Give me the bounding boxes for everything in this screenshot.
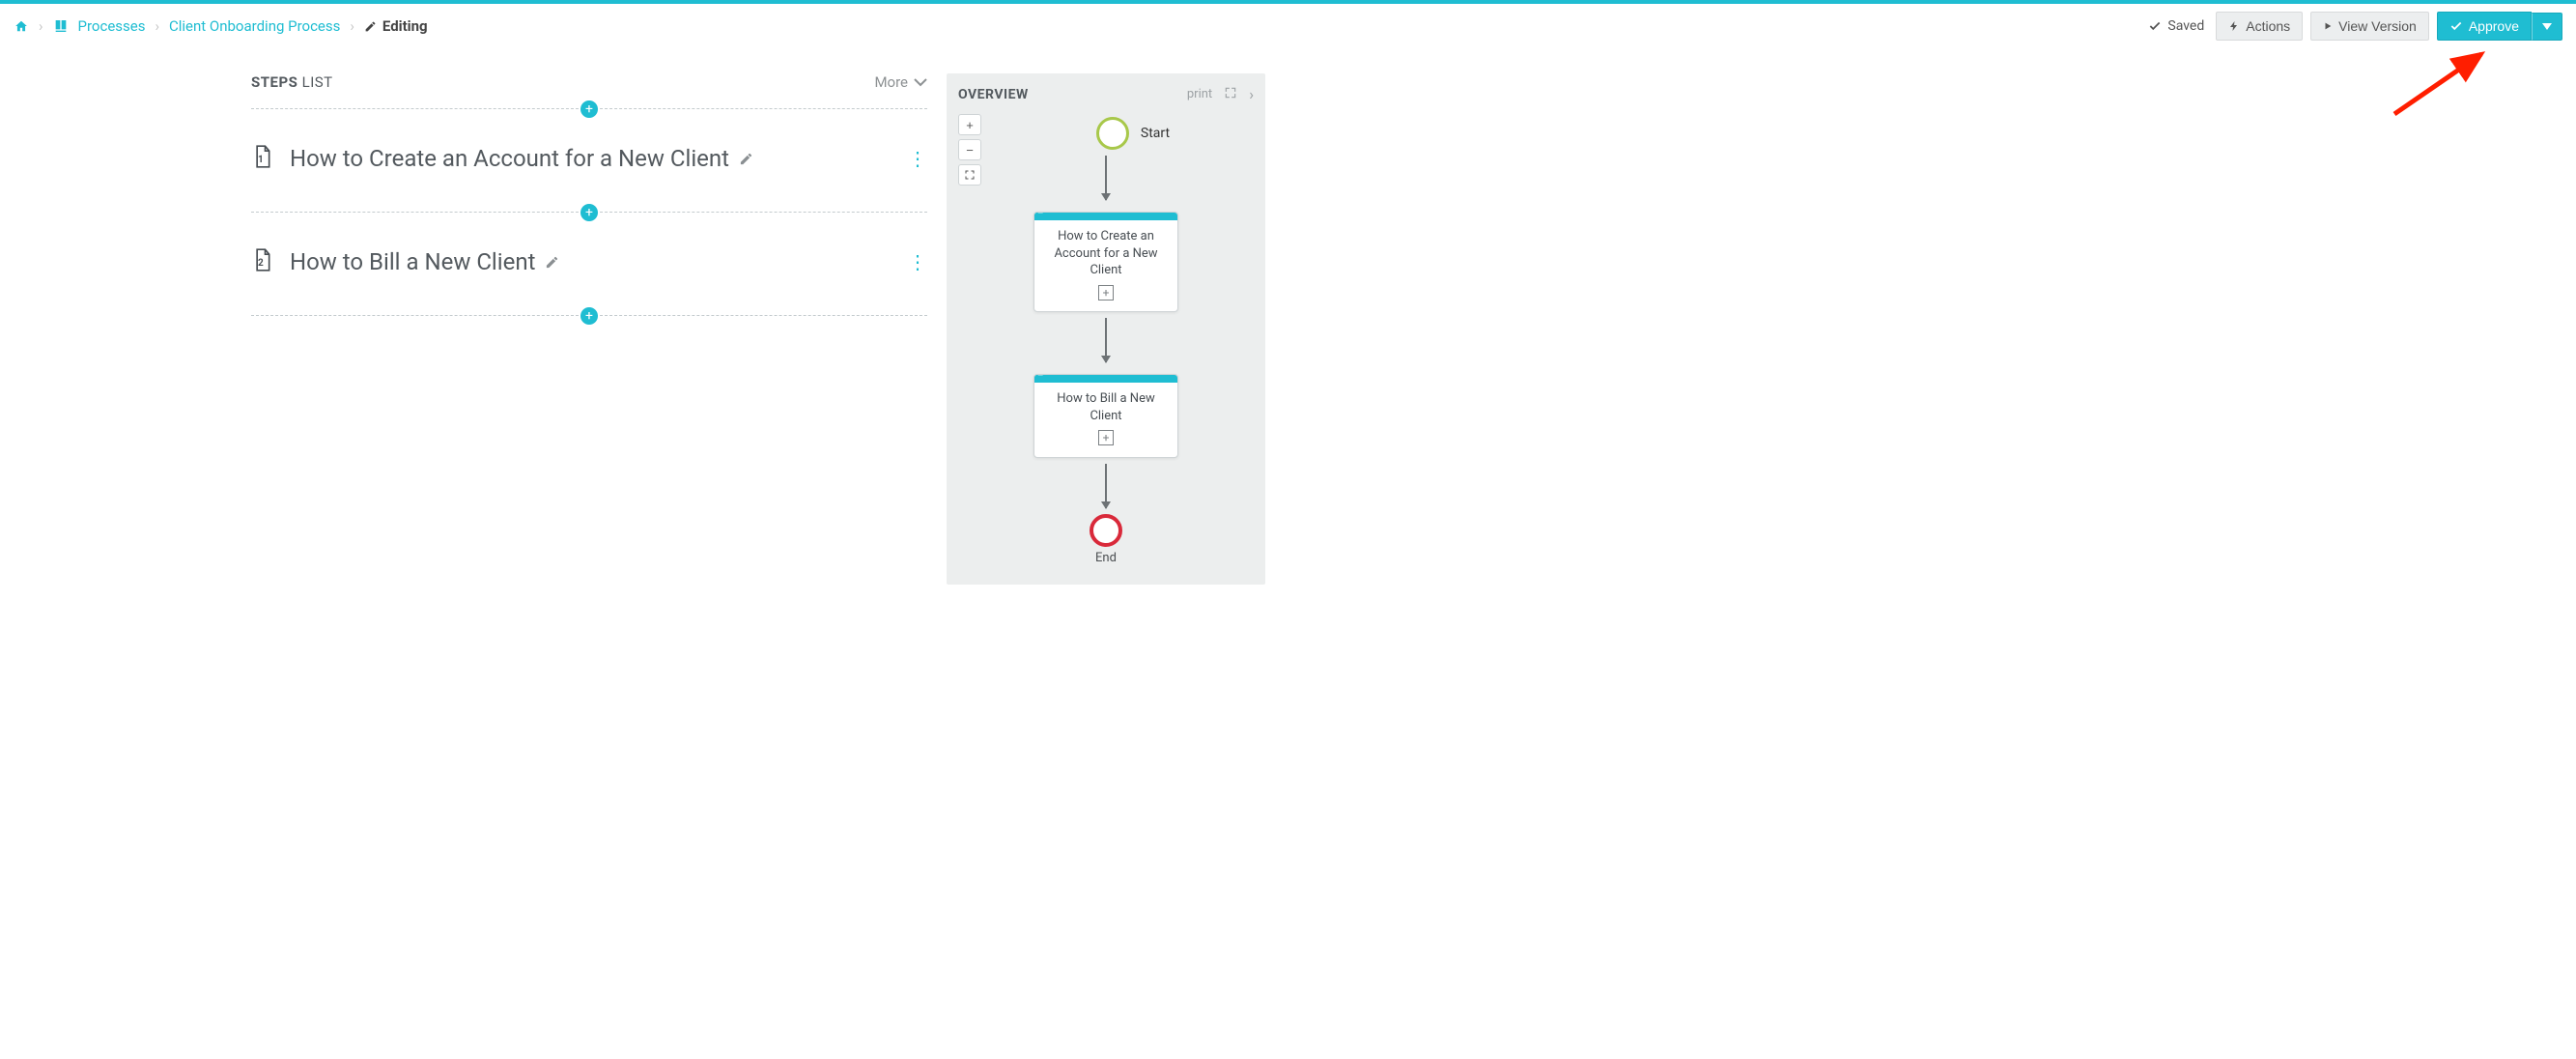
- steps-header: STEPS LIST More: [251, 73, 927, 91]
- zoom-out-button[interactable]: −: [958, 139, 981, 160]
- saved-label: Saved: [2167, 18, 2204, 34]
- add-step-button[interactable]: +: [580, 204, 598, 221]
- add-step-button[interactable]: +: [580, 307, 598, 325]
- steps-title-bold: STEPS: [251, 73, 297, 91]
- flow-arrow: [1105, 318, 1107, 362]
- overview-header: OVERVIEW print ›: [958, 85, 1254, 103]
- breadcrumb-sep: ›: [155, 17, 159, 35]
- expand-icon[interactable]: [1224, 86, 1237, 103]
- view-version-button[interactable]: View Version: [2310, 12, 2429, 41]
- breadcrumb-current: Editing: [364, 17, 428, 35]
- steps-title-thin: LIST: [302, 73, 333, 91]
- edit-step-button[interactable]: [739, 145, 753, 172]
- edit-step-button[interactable]: [545, 248, 559, 275]
- breadcrumb-sep: ›: [350, 17, 354, 35]
- add-step-button[interactable]: +: [580, 100, 598, 118]
- pencil-icon: [364, 20, 377, 33]
- view-version-label: View Version: [2338, 18, 2417, 34]
- breadcrumb-current-label: Editing: [382, 17, 428, 35]
- overview-title: OVERVIEW: [958, 87, 1029, 102]
- actions-button[interactable]: Actions: [2216, 12, 2303, 41]
- step-title: How to Bill a New Client: [290, 248, 559, 275]
- step-row-2[interactable]: 2 How to Bill a New Client ⋮: [251, 224, 927, 303]
- caret-down-icon: [2542, 23, 2552, 31]
- expand-card-button[interactable]: +: [1098, 430, 1114, 445]
- approve-button[interactable]: Approve: [2437, 12, 2532, 41]
- step-divider: +: [251, 315, 927, 316]
- steps-panel: STEPS LIST More + 1 How to Create an Acc…: [251, 73, 927, 585]
- step-title-text: How to Create an Account for a New Clien…: [290, 145, 729, 172]
- step-row-1[interactable]: 1 How to Create an Account for a New Cli…: [251, 121, 927, 200]
- breadcrumb-process-name[interactable]: Client Onboarding Process: [169, 17, 340, 35]
- step-kebab-menu[interactable]: ⋮: [908, 258, 925, 266]
- flow-arrow: [1105, 156, 1107, 200]
- print-button[interactable]: print: [1187, 87, 1212, 101]
- bolt-icon: [2228, 19, 2240, 33]
- more-label: More: [874, 73, 908, 91]
- chevron-down-icon: [914, 77, 927, 87]
- zoom-in-button[interactable]: +: [958, 114, 981, 135]
- play-icon: [2323, 20, 2333, 32]
- step-title: How to Create an Account for a New Clien…: [290, 145, 753, 172]
- zoom-controls: + −: [958, 114, 981, 186]
- expand-card-button[interactable]: +: [1098, 285, 1114, 301]
- flow-card-2[interactable]: 2 How to Bill a New Client +: [1033, 374, 1178, 458]
- top-actions: Saved Actions View Version Approve: [2148, 12, 2562, 41]
- card-number: 1: [1046, 212, 1052, 214]
- fit-button[interactable]: [958, 164, 981, 186]
- main: STEPS LIST More + 1 How to Create an Acc…: [0, 54, 2576, 623]
- breadcrumb: › Processes › Client Onboarding Process …: [14, 17, 428, 35]
- document-icon: 2: [253, 247, 274, 276]
- collapse-chevron-icon[interactable]: ›: [1249, 85, 1254, 103]
- step-divider: +: [251, 212, 927, 213]
- saved-indicator: Saved: [2148, 18, 2204, 34]
- breadcrumb-sep: ›: [39, 17, 43, 35]
- start-node[interactable]: Start: [1096, 117, 1170, 150]
- more-button[interactable]: More: [874, 73, 927, 91]
- processes-icon[interactable]: [53, 18, 69, 34]
- step-kebab-menu[interactable]: ⋮: [908, 155, 925, 162]
- start-label: Start: [1141, 126, 1170, 141]
- document-icon: 1: [253, 144, 274, 173]
- card-text: How to Create an Account for a New Clien…: [1044, 228, 1168, 279]
- card-number: 2: [1046, 374, 1052, 376]
- overview-diagram: Start 1 How to Create an Account for a N…: [958, 117, 1254, 565]
- card-text: How to Bill a New Client: [1044, 390, 1168, 424]
- step-divider: +: [251, 108, 927, 109]
- approve-dropdown-button[interactable]: [2532, 13, 2562, 41]
- actions-label: Actions: [2246, 18, 2290, 34]
- flow-arrow: [1105, 464, 1107, 508]
- step-title-text: How to Bill a New Client: [290, 248, 535, 275]
- end-node[interactable]: [1090, 514, 1122, 547]
- approve-label: Approve: [2469, 18, 2519, 34]
- end-label: End: [1095, 551, 1117, 565]
- home-icon[interactable]: [14, 19, 29, 33]
- check-icon: [2449, 19, 2463, 33]
- card-tab: 1: [1033, 212, 1058, 215]
- overview-tools: print ›: [1187, 85, 1254, 103]
- start-circle: [1096, 117, 1129, 150]
- step-number: 1: [258, 155, 264, 165]
- flow-card-1[interactable]: 1 How to Create an Account for a New Cli…: [1033, 212, 1178, 312]
- step-number: 2: [258, 258, 264, 269]
- topbar: › Processes › Client Onboarding Process …: [0, 0, 2576, 54]
- steps-title: STEPS LIST: [251, 73, 333, 91]
- overview-panel: OVERVIEW print › + − Start: [947, 73, 1265, 585]
- breadcrumb-processes[interactable]: Processes: [78, 17, 146, 35]
- card-tab: 2: [1033, 374, 1058, 378]
